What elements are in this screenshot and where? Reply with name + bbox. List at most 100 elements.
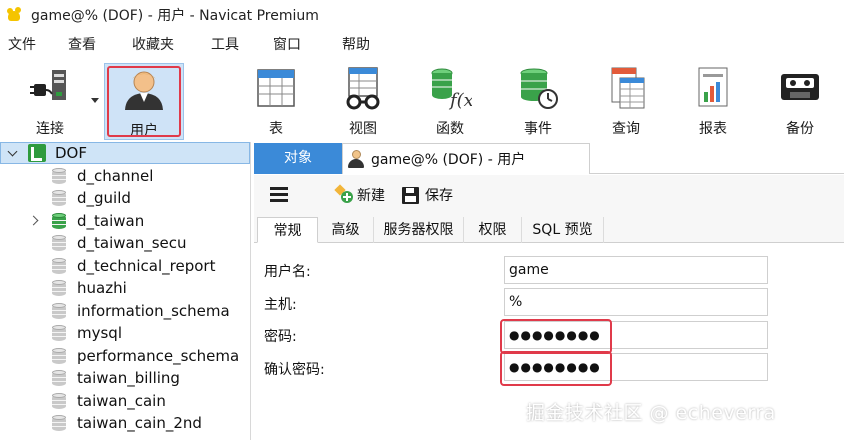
tree-item-database[interactable]: d_taiwan_secu	[0, 232, 250, 254]
database-icon	[52, 189, 66, 207]
connection-icon	[28, 144, 46, 162]
tab-server-privileges[interactable]: 服务器权限	[374, 217, 464, 243]
new-button-label: 新建	[357, 188, 385, 204]
username-label: 用户名:	[264, 264, 311, 280]
main-toolbar: 连接 用户 表 视图 f(函数 事件 查询 报表 备份	[0, 60, 844, 142]
menu-icon[interactable]	[270, 187, 288, 203]
tab-sql-preview[interactable]: SQL 预览	[522, 217, 604, 243]
tree-item-database[interactable]: d_taiwan	[0, 210, 250, 232]
tab-privileges[interactable]: 权限	[464, 217, 522, 243]
menu-window[interactable]: 窗口	[273, 32, 301, 58]
database-icon	[52, 167, 66, 185]
tree-item-database[interactable]: d_guild	[0, 187, 250, 209]
function-icon: f(x)	[431, 68, 472, 110]
save-button[interactable]: 保存	[402, 185, 453, 205]
tab-objects[interactable]: 对象	[254, 143, 342, 174]
connection-name: DOF	[55, 144, 87, 162]
tab-user-editor-label: game@% (DOF) - 用户	[371, 152, 526, 168]
menu-favorites[interactable]: 收藏夹	[132, 32, 174, 58]
chevron-right-icon[interactable]	[28, 215, 39, 226]
password-highlight-box	[500, 319, 612, 354]
user-icon	[125, 71, 163, 110]
tree-item-database[interactable]: d_technical_report	[0, 255, 250, 277]
menu-file[interactable]: 文件	[8, 32, 36, 58]
database-name: taiwan_billing	[77, 369, 180, 387]
user-button[interactable]: 用户	[104, 63, 184, 140]
confirm-password-label: 确认密码:	[264, 362, 325, 378]
tree-root-connection[interactable]: DOF	[0, 142, 250, 164]
database-icon	[52, 369, 66, 387]
database-name: d_technical_report	[77, 257, 216, 275]
tab-user-editor[interactable]: game@% (DOF) - 用户	[342, 143, 590, 174]
tree-item-database[interactable]: taiwan_cain_2nd	[0, 412, 250, 434]
database-name: performance_schema	[77, 347, 240, 365]
database-name: d_channel	[77, 167, 154, 185]
connect-button[interactable]: 连接	[14, 64, 86, 138]
database-name: d_taiwan_secu	[77, 234, 187, 252]
menu-tools[interactable]: 工具	[211, 32, 239, 58]
backup-label: 备份	[786, 121, 814, 137]
query-label: 查询	[612, 121, 640, 137]
report-icon	[698, 67, 728, 107]
window-title: game@% (DOF) - 用户 - Navicat Premium	[31, 8, 319, 24]
report-button[interactable]: 报表	[677, 64, 749, 138]
view-label: 视图	[349, 121, 377, 137]
tree-item-database[interactable]: taiwan_cain	[0, 390, 250, 412]
title-bar: game@% (DOF) - 用户 - Navicat Premium	[0, 0, 844, 30]
database-icon	[52, 347, 66, 365]
user-icon	[347, 150, 365, 168]
database-name: huazhi	[77, 279, 127, 297]
database-icon	[52, 324, 66, 342]
save-button-label: 保存	[425, 188, 453, 204]
connect-dropdown-arrow-icon[interactable]	[91, 98, 99, 103]
event-icon	[520, 68, 558, 109]
menu-view[interactable]: 查看	[68, 32, 96, 58]
user-editor-tabs: 常规 高级 服务器权限 权限 SQL 预览	[254, 215, 844, 243]
backup-icon	[781, 74, 819, 100]
database-icon	[52, 279, 66, 297]
plug-icon	[30, 70, 66, 100]
function-button[interactable]: f(x) 函数	[414, 64, 486, 138]
query-icon	[611, 67, 645, 109]
table-label: 表	[269, 121, 283, 137]
database-icon	[52, 234, 66, 252]
host-field[interactable]: %	[504, 288, 768, 316]
database-name: d_guild	[77, 189, 131, 207]
menu-help[interactable]: 帮助	[342, 32, 370, 58]
query-button[interactable]: 查询	[590, 64, 662, 138]
navicat-logo-icon	[6, 6, 24, 24]
database-name: d_taiwan	[77, 212, 145, 230]
editor-toolbar: 新建 保存	[254, 175, 844, 215]
svg-text:f(x): f(x)	[448, 90, 472, 110]
tree-item-database[interactable]: taiwan_billing	[0, 367, 250, 389]
object-tree: DOF d_channel d_guild d_taiwan d_taiwan_…	[0, 142, 251, 440]
table-button[interactable]: 表	[240, 64, 312, 138]
new-button[interactable]: 新建	[334, 184, 385, 205]
tree-item-database[interactable]: performance_schema	[0, 345, 250, 367]
chevron-down-icon[interactable]	[8, 148, 18, 158]
tree-item-database[interactable]: huazhi	[0, 277, 250, 299]
confirm-password-highlight-box	[500, 351, 612, 386]
database-icon	[52, 212, 66, 230]
database-icon	[52, 414, 66, 432]
tree-item-database[interactable]: information_schema	[0, 300, 250, 322]
event-label: 事件	[524, 121, 552, 137]
tab-advanced[interactable]: 高级	[318, 217, 374, 243]
user-label: 用户	[130, 123, 158, 139]
database-icon	[52, 302, 66, 320]
backup-button[interactable]: 备份	[764, 64, 836, 138]
connect-label: 连接	[36, 121, 64, 137]
event-button[interactable]: 事件	[502, 64, 574, 138]
tree-item-database[interactable]: mysql	[0, 322, 250, 344]
database-icon	[52, 257, 66, 275]
password-label: 密码:	[264, 329, 297, 345]
tree-item-database[interactable]: d_channel	[0, 165, 250, 187]
function-label: 函数	[436, 121, 464, 137]
view-button[interactable]: 视图	[327, 64, 399, 138]
new-icon	[334, 184, 354, 204]
username-field[interactable]: game	[504, 256, 768, 284]
tab-general[interactable]: 常规	[257, 217, 318, 243]
document-tab-bar: 对象 game@% (DOF) - 用户	[254, 143, 844, 174]
database-name: taiwan_cain	[77, 392, 166, 410]
table-icon	[257, 69, 295, 107]
